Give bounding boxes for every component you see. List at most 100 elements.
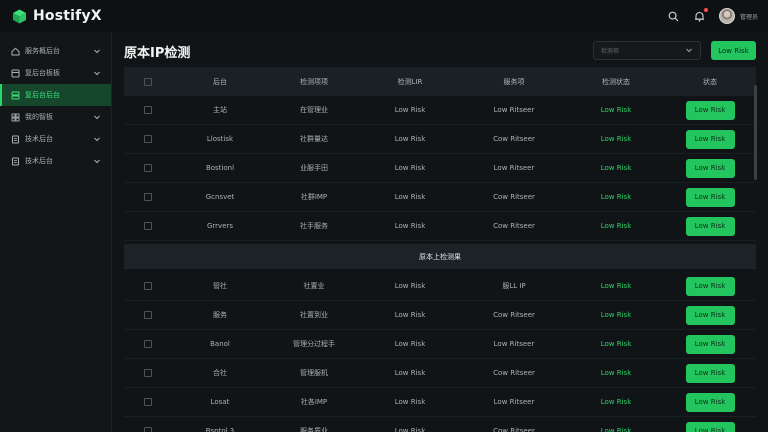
table-row[interactable]: 主站 在管理业 Low Risk Low Ritseer Low Risk Low Ris… xyxy=(124,96,756,125)
cell-backend: 合社 xyxy=(213,369,227,377)
cell-check-item: 服务质业 xyxy=(300,427,328,432)
results-table: 后台 检测项项 检测LIR 服务项 检测状态 状态 主站 在管理业 Low Risk… xyxy=(124,67,756,432)
cell-service: 服LL IP xyxy=(502,282,526,290)
low-risk-button[interactable]: Low Risk xyxy=(685,363,735,383)
sidebar-item-tech-1[interactable]: 技术后台 xyxy=(0,128,111,150)
cell-service: Low Ritseer xyxy=(493,164,535,172)
column-header[interactable]: 检测LIR xyxy=(360,77,460,87)
user-name: 管理员 xyxy=(739,13,758,21)
grid-icon xyxy=(11,113,20,122)
row-checkbox[interactable] xyxy=(144,193,152,201)
cell-check-lir: Low Risk xyxy=(394,106,426,114)
home-icon xyxy=(11,47,20,56)
filter-select[interactable]: 检测项 xyxy=(593,41,701,60)
cell-check-status: Low Risk xyxy=(600,398,632,406)
table-row[interactable]: Bostionl 业服手田 Low Risk Low Ritseer Low Risk L… xyxy=(124,154,756,183)
user-menu[interactable]: 管理员 xyxy=(718,8,758,24)
notification-badge xyxy=(703,8,708,12)
row-checkbox[interactable] xyxy=(144,164,152,172)
column-header[interactable]: 服务项 xyxy=(460,77,568,87)
cell-check-item: 业服手田 xyxy=(300,164,328,172)
cell-check-item: 社各IMP xyxy=(300,398,328,406)
chevron-down-icon xyxy=(93,47,101,55)
page-title: 原本IP检测 xyxy=(124,46,191,61)
sidebar-item-backend[interactable]: 复后台后台 xyxy=(0,84,111,106)
sidebar-item-label: 技术后台 xyxy=(25,157,53,165)
brand[interactable]: HostifyX xyxy=(0,8,102,24)
brand-name: HostifyX xyxy=(33,8,102,24)
column-header[interactable]: 检测项项 xyxy=(268,77,360,87)
cell-check-status: Low Risk xyxy=(600,427,632,432)
row-checkbox[interactable] xyxy=(144,106,152,114)
low-risk-button[interactable]: Low Risk xyxy=(685,421,735,432)
row-checkbox[interactable] xyxy=(144,340,152,348)
low-risk-button[interactable]: Low Risk xyxy=(685,276,735,296)
low-risk-button[interactable]: Low Risk xyxy=(685,187,735,207)
cell-check-lir: Low Risk xyxy=(394,369,426,377)
table-row[interactable]: 合社 管理服机 Low Risk Cow Ritseer Low Risk Low Ris… xyxy=(124,359,756,388)
header-low-risk-button[interactable]: Low Risk xyxy=(711,41,756,60)
low-risk-button[interactable]: Low Risk xyxy=(685,100,735,120)
cell-backend: 服务 xyxy=(213,311,227,319)
table-row[interactable]: 服务 社置到业 Low Risk Cow Ritseer Low Risk Low Ris… xyxy=(124,301,756,330)
low-risk-button[interactable]: Low Risk xyxy=(685,158,735,178)
table-row[interactable]: Losat 社各IMP Low Risk Low Ritseer Low Risk Low… xyxy=(124,388,756,417)
sidebar-item-tech-2[interactable]: 技术后台 xyxy=(0,150,111,172)
sidebar-item-overview[interactable]: 服务概后台 xyxy=(0,40,111,62)
cell-backend: Losat xyxy=(210,398,230,406)
notification-bell-icon[interactable] xyxy=(693,8,708,23)
cell-check-lir: Low Risk xyxy=(394,193,426,201)
scrollbar-thumb[interactable] xyxy=(754,85,757,180)
sidebar-item-label: 复后台板板 xyxy=(25,69,60,77)
low-risk-button[interactable]: Low Risk xyxy=(685,334,735,354)
cell-service: Cow Ritseer xyxy=(493,311,535,319)
table-row[interactable]: Banol 管理分过程手 Low Risk Low Ritseer Low Risk Lo… xyxy=(124,330,756,359)
chevron-down-icon xyxy=(685,46,693,56)
low-risk-button[interactable]: Low Risk xyxy=(685,129,735,149)
search-icon[interactable] xyxy=(667,9,681,23)
sidebar-item-label: 我的智板 xyxy=(25,113,53,121)
cell-check-status: Low Risk xyxy=(600,164,632,172)
chevron-down-icon xyxy=(93,113,101,121)
row-checkbox[interactable] xyxy=(144,369,152,377)
cell-check-lir: Low Risk xyxy=(394,135,426,143)
cell-check-status: Low Risk xyxy=(600,106,632,114)
table-row[interactable]: Grrvers 社手服务 Low Risk Cow Ritseer Low Risk Lo… xyxy=(124,212,756,241)
cell-backend: Grrvers xyxy=(206,222,234,230)
sidebar-item-panels[interactable]: 复后台板板 xyxy=(0,62,111,84)
row-checkbox[interactable] xyxy=(144,398,152,406)
cell-check-lir: Low Risk xyxy=(394,222,426,230)
cell-backend: 主站 xyxy=(213,106,227,114)
cell-check-status: Low Risk xyxy=(600,369,632,377)
column-header[interactable]: 后台 xyxy=(172,77,268,87)
row-checkbox[interactable] xyxy=(144,282,152,290)
column-header[interactable]: 检测状态 xyxy=(568,77,664,87)
table-row[interactable]: 管社 社置业 Low Risk 服LL IP Low Risk Low Risk xyxy=(124,272,756,301)
low-risk-button[interactable]: Low Risk xyxy=(685,392,735,412)
low-risk-button[interactable]: Low Risk xyxy=(685,216,735,236)
avatar xyxy=(718,8,735,24)
select-all-checkbox[interactable] xyxy=(144,77,152,86)
row-checkbox[interactable] xyxy=(144,311,152,319)
row-checkbox[interactable] xyxy=(144,222,152,230)
table-header: 后台 检测项项 检测LIR 服务项 检测状态 状态 xyxy=(124,67,756,96)
row-checkbox[interactable] xyxy=(144,427,152,432)
row-checkbox[interactable] xyxy=(144,135,152,143)
cell-check-status: Low Risk xyxy=(600,311,632,319)
cell-check-lir: Low Risk xyxy=(394,282,426,290)
table-row[interactable]: Gcnsvet 社群IMP Low Risk Cow Ritseer Low Risk L… xyxy=(124,183,756,212)
cell-check-status: Low Risk xyxy=(600,135,632,143)
table-row[interactable]: Llostisk 社群量达 Low Risk Cow Ritseer Low Risk L… xyxy=(124,125,756,154)
sidebar: 服务概后台 复后台板板 复后台后台 我的智板 技术后台 技术后台 xyxy=(0,32,112,432)
table-row[interactable]: Bsptol.3 服务质业 Low Risk Cow Ritseer Low Risk L… xyxy=(124,417,756,432)
sidebar-item-dashboard[interactable]: 我的智板 xyxy=(0,106,111,128)
cell-check-item: 社置到业 xyxy=(300,311,328,319)
cell-check-item: 管理服机 xyxy=(300,369,328,377)
sidebar-item-label: 复后台后台 xyxy=(25,91,60,99)
cell-check-lir: Low Risk xyxy=(394,311,426,319)
column-header[interactable]: 状态 xyxy=(664,77,756,87)
cell-check-status: Low Risk xyxy=(600,193,632,201)
cell-service: Cow Ritseer xyxy=(493,427,535,432)
low-risk-button[interactable]: Low Risk xyxy=(685,305,735,325)
filter-select-placeholder: 检测项 xyxy=(601,48,620,55)
